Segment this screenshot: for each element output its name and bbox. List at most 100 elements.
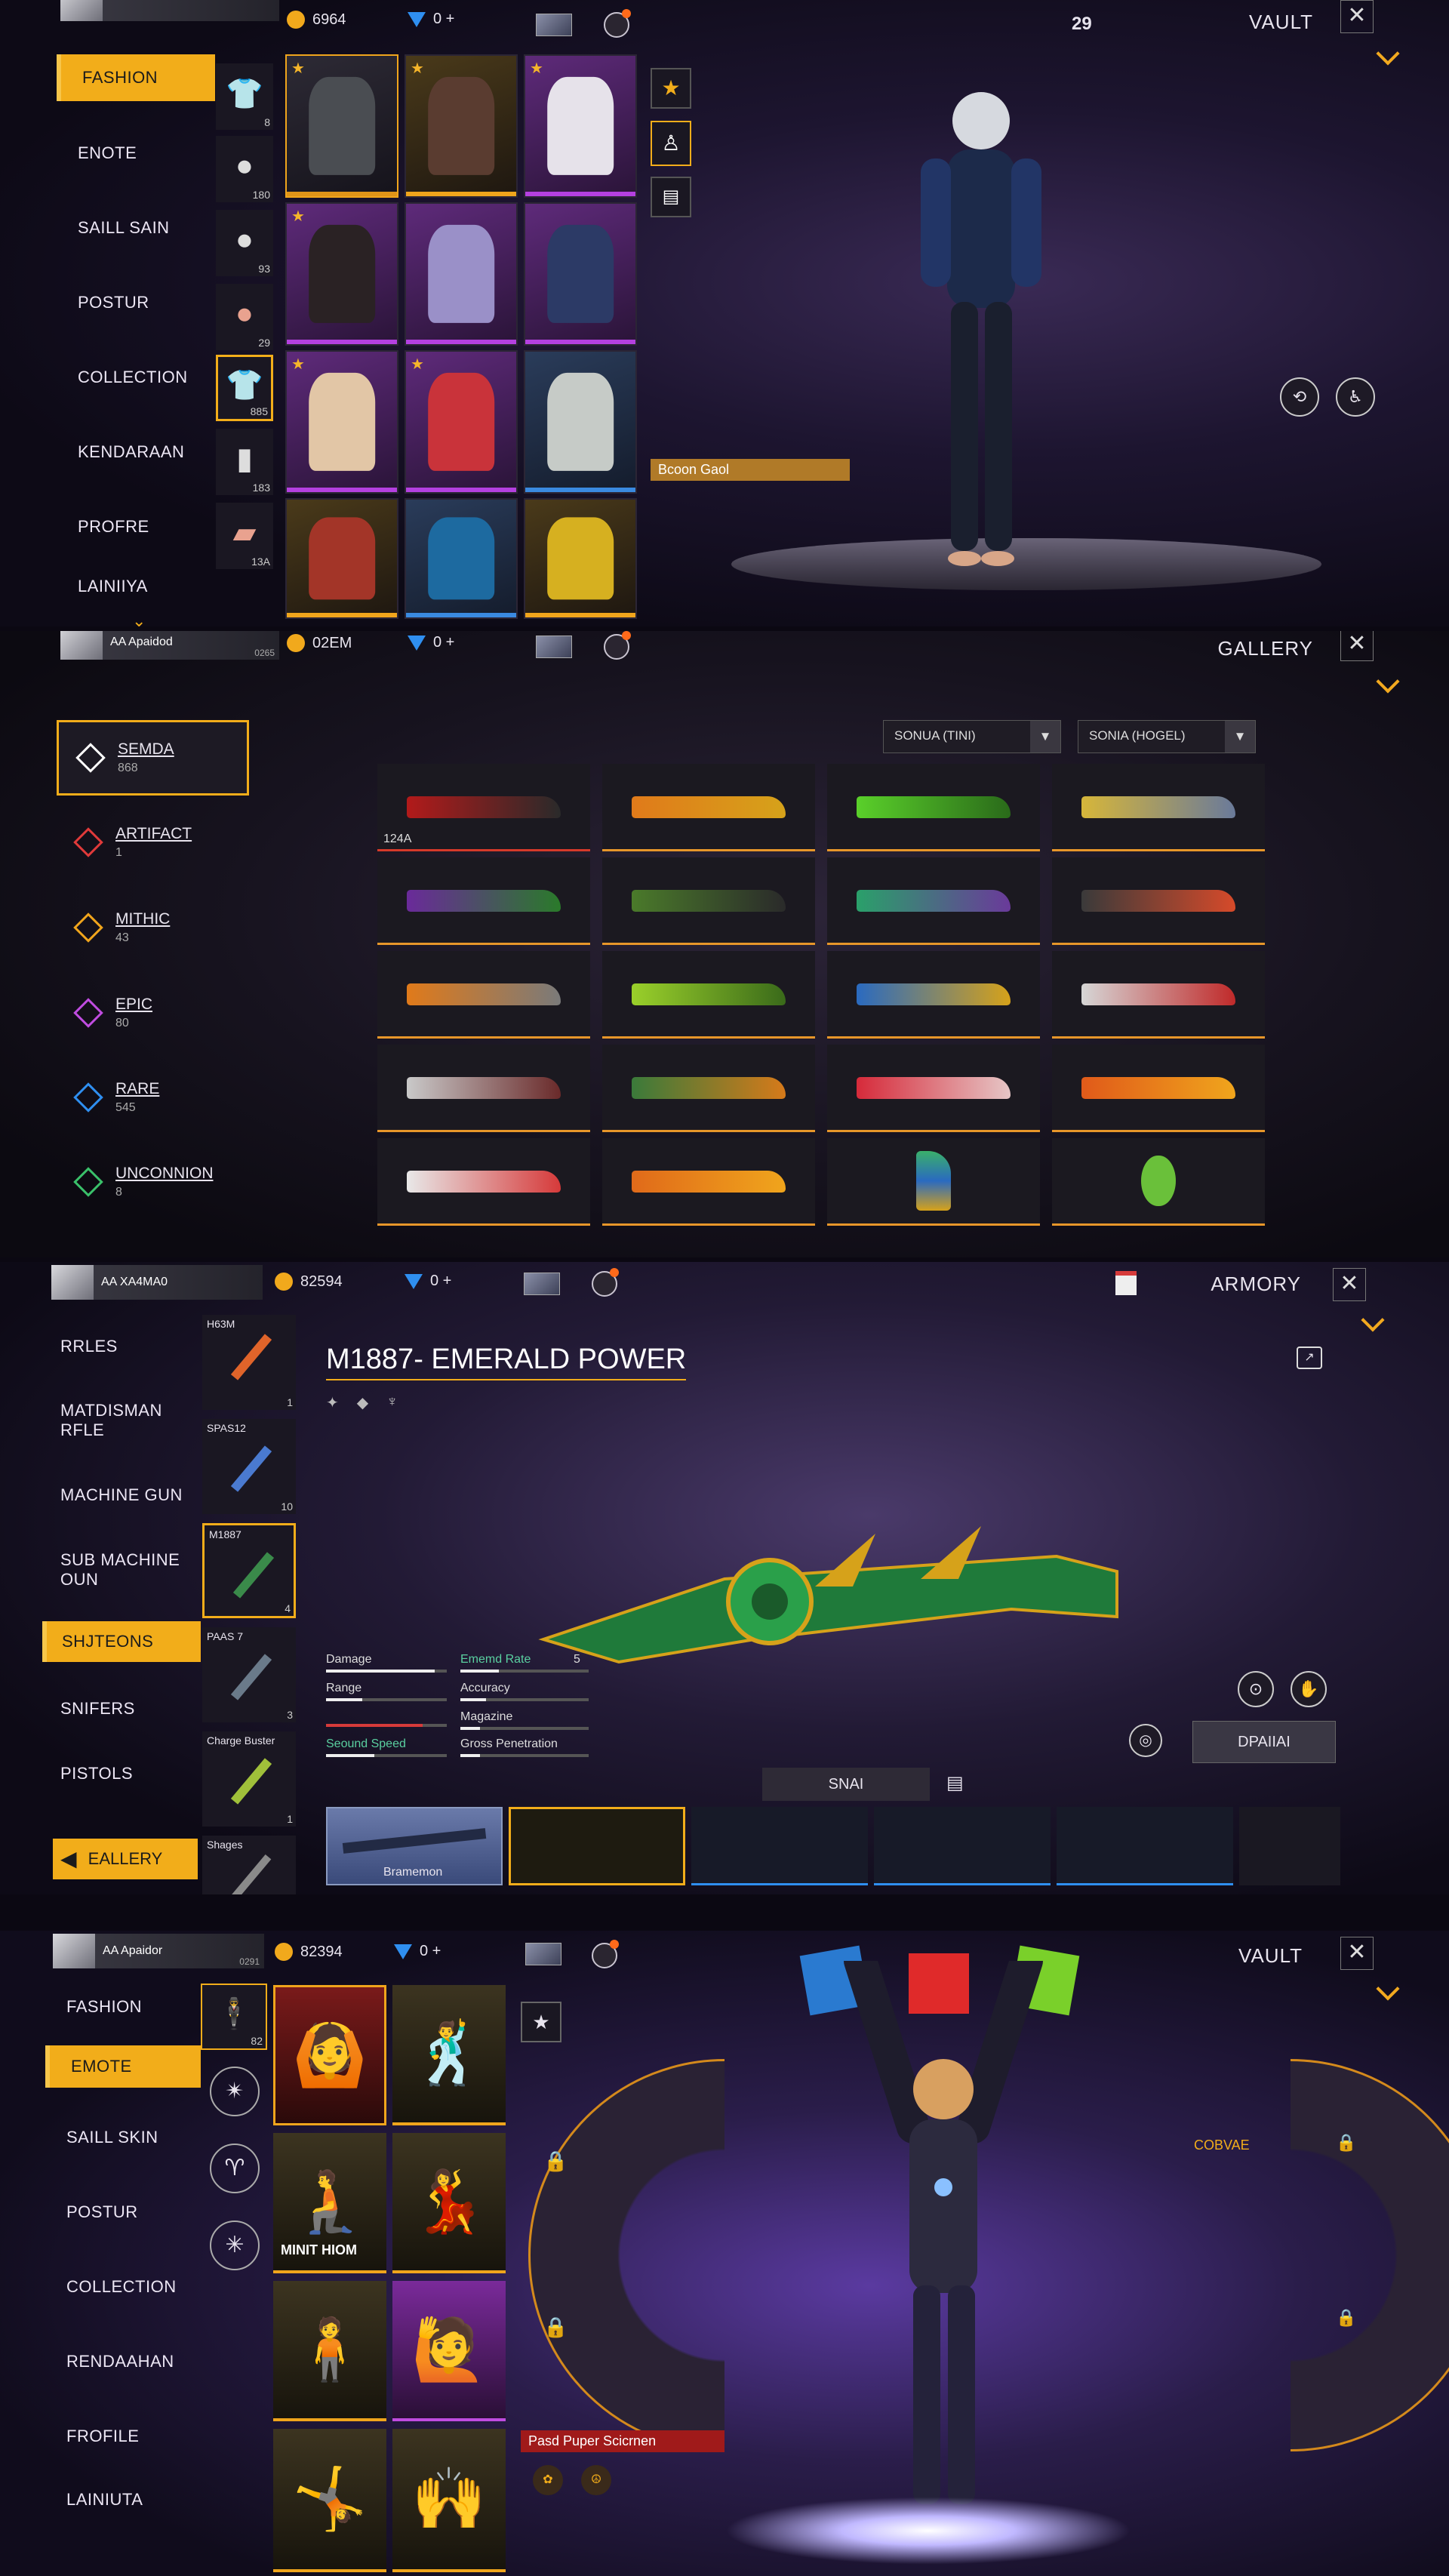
rarity-filter[interactable]: RARE 545 [57, 1060, 249, 1135]
menu-item-vehicle[interactable]: KENDARAAN [57, 414, 215, 489]
weapon-tile[interactable] [827, 1138, 1040, 1226]
menu-item-marksman-rifle[interactable]: MATDISMAN RFLE [42, 1378, 201, 1463]
rarity-filter[interactable]: UNCONNION 8 [57, 1144, 249, 1220]
outfit-tile[interactable] [524, 498, 637, 619]
card-icon[interactable] [524, 1273, 560, 1295]
diamond-counter[interactable]: 0 + [394, 1943, 441, 1960]
share-icon[interactable]: ↗ [1297, 1346, 1322, 1369]
weapon-tile[interactable] [602, 1138, 815, 1226]
close-button[interactable]: ✕ [1340, 1937, 1374, 1970]
diamond-counter[interactable]: 0 + [408, 634, 454, 651]
menu-item-collection[interactable]: COLLECTION [57, 340, 215, 414]
outfit-filter-button[interactable]: ♙ [651, 121, 691, 166]
menu-item-shotguns[interactable]: SHJTEONS [42, 1621, 201, 1662]
category-shoes-item[interactable]: ▰ 13A [216, 503, 273, 569]
rarity-filter[interactable]: MITHIC 43 [57, 890, 249, 965]
rotate-icon[interactable]: ⟲ [1280, 377, 1319, 417]
outfit-tile[interactable] [524, 202, 637, 346]
hand-icon[interactable]: ✋ [1291, 1671, 1327, 1707]
outfit-tile[interactable]: ★ [405, 350, 518, 494]
outfit-tile[interactable] [405, 202, 518, 346]
rarity-filter[interactable]: ARTIFACT 1 [57, 805, 249, 880]
menu-item-profile[interactable]: PROFRE [57, 489, 215, 564]
weapon-model[interactable] [528, 1488, 1132, 1685]
notification-icon[interactable] [604, 9, 631, 38]
skin-tile[interactable] [1057, 1807, 1233, 1885]
weapon-tile[interactable] [377, 951, 590, 1039]
card-filter-button[interactable]: ▤ [651, 177, 691, 217]
gallery-button[interactable]: ◀ EALLERY [53, 1839, 198, 1879]
weapon-tile[interactable] [827, 1045, 1040, 1132]
emote-tile[interactable]: 💃 [392, 2133, 506, 2273]
category-face-item[interactable]: ● 29 [216, 284, 273, 350]
player-profile[interactable]: AA XA4MA0 [51, 1265, 263, 1300]
scroll-down-icon[interactable]: ⌄ [132, 611, 146, 626]
outfit-tile[interactable] [524, 350, 637, 494]
menu-item-skill-skin[interactable]: SAILL SKIN [45, 2100, 201, 2174]
weapon-list-item-selected[interactable]: M1887 4 [202, 1523, 296, 1618]
skin-tile[interactable] [1239, 1807, 1340, 1885]
category-top-selected[interactable]: 👕 885 [216, 355, 273, 421]
category-pants-item[interactable]: ▮ 183 [216, 429, 273, 495]
category-head-item[interactable]: ● 180 [216, 136, 273, 202]
emote-tile[interactable]: 🤸 [273, 2429, 386, 2572]
weapon-tile[interactable] [377, 1138, 590, 1226]
menu-item-profile[interactable]: FROFILE [45, 2399, 201, 2473]
weapon-list-item[interactable]: Shages [202, 1836, 296, 1894]
notification-icon[interactable] [592, 1940, 619, 1968]
close-button[interactable]: ✕ [1340, 0, 1374, 33]
menu-item-skill-skin[interactable]: SAILL SAIN [57, 190, 215, 265]
notification-icon[interactable] [592, 1268, 619, 1297]
outfit-tile[interactable] [405, 498, 518, 619]
character-model[interactable] [770, 1961, 1117, 2534]
sort-dropdown[interactable]: SONUA (TINI) ▼ [883, 720, 1061, 753]
coin-bag-icon[interactable]: ✿ [533, 2465, 563, 2495]
outfit-tile[interactable] [285, 498, 398, 619]
weapon-tile[interactable] [827, 951, 1040, 1039]
rarity-filter[interactable]: EPIC 80 [57, 975, 249, 1051]
menu-item-fashion[interactable]: FASHION [57, 54, 215, 101]
menu-item-smg[interactable]: SUB MACHINE OUN [42, 1528, 201, 1612]
weapon-tile[interactable] [1052, 1138, 1265, 1226]
weapon-tile[interactable] [1052, 1045, 1265, 1132]
menu-item-pistols[interactable]: PISTOLS [42, 1734, 201, 1813]
emote-tile[interactable]: 🙌 [392, 2429, 506, 2572]
skin-tile[interactable] [691, 1807, 868, 1885]
skin-tile[interactable]: Bramemon [326, 1807, 503, 1885]
rarity-filter-selected[interactable]: SEMDA 868 [57, 720, 249, 796]
weapon-tile[interactable] [602, 764, 815, 851]
close-button[interactable]: ✕ [1333, 1268, 1366, 1301]
list-icon[interactable]: ▤ [946, 1772, 964, 1794]
player-profile[interactable]: AA Apaidod 0265 [60, 631, 279, 660]
weapon-tile[interactable] [1052, 764, 1265, 851]
weapon-tile[interactable] [827, 764, 1040, 851]
menu-item-rifles[interactable]: RRLES [42, 1315, 201, 1378]
zoom-icon[interactable]: ⊙ [1238, 1671, 1274, 1707]
view-icon[interactable]: ◎ [1129, 1724, 1162, 1757]
weapon-tile[interactable] [602, 857, 815, 945]
diamond-counter[interactable]: 0 + [405, 1273, 451, 1290]
weapon-list-item[interactable]: H63M 1 [202, 1315, 296, 1410]
weapon-tile[interactable] [827, 857, 1040, 945]
character-model[interactable] [868, 75, 1094, 574]
weapon-tile[interactable] [377, 1045, 590, 1132]
card-icon[interactable] [536, 14, 572, 36]
pose-icon[interactable]: ♿ [1336, 377, 1375, 417]
action-icon[interactable]: ✳ [210, 2221, 260, 2270]
emote-tile-selected[interactable]: 🙆 [273, 1985, 386, 2125]
diamond-counter[interactable]: 0 + [408, 11, 454, 28]
emote-tile[interactable]: 🙋 [392, 2281, 506, 2421]
dance-icon[interactable]: ✴ [210, 2067, 260, 2116]
skin-tile-selected[interactable] [509, 1807, 685, 1885]
menu-item-posture[interactable]: POSTUR [45, 2174, 201, 2249]
outfit-tile[interactable]: ★ [405, 54, 518, 198]
calendar-icon[interactable] [1115, 1271, 1137, 1295]
equip-button[interactable]: DPAIIAI [1192, 1721, 1336, 1763]
weapon-list-item[interactable]: PAAS 7 3 [202, 1627, 296, 1722]
category-top-item[interactable]: 👕 8 [216, 63, 273, 130]
menu-item-emote[interactable]: ENOTE [57, 115, 215, 190]
outfit-tile[interactable]: ★ [285, 202, 398, 346]
filter-dropdown[interactable]: SONIA (HOGEL) ▼ [1078, 720, 1256, 753]
reward-icon[interactable]: ☮ [581, 2465, 611, 2495]
menu-item-posture[interactable]: POSTUR [57, 265, 215, 340]
